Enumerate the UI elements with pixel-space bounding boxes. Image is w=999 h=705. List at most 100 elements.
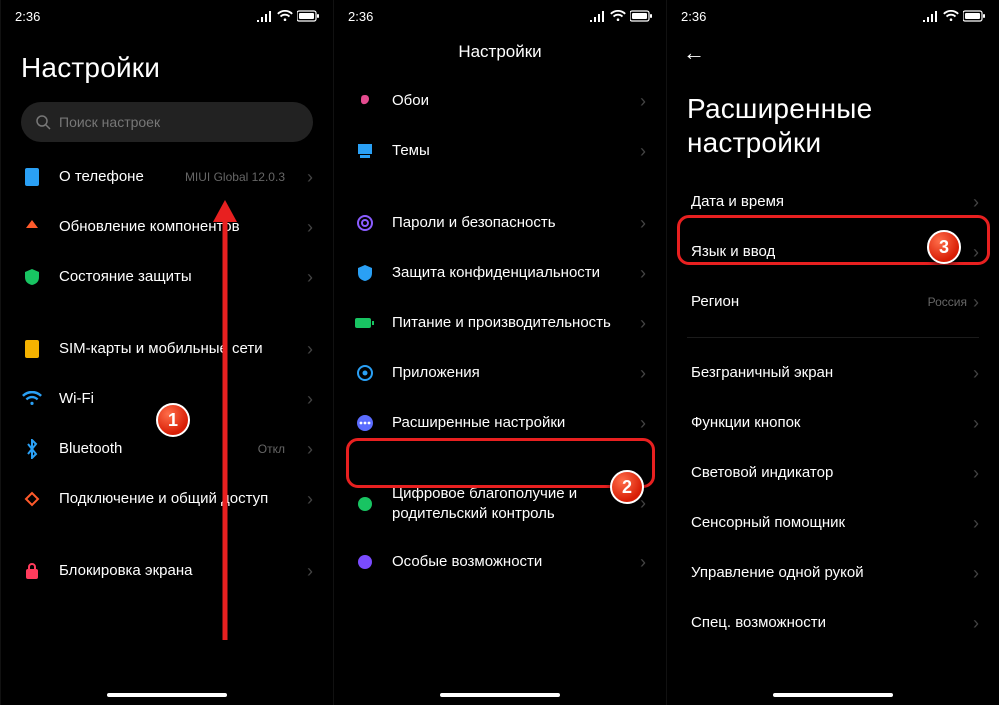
chevron-right-icon: › <box>640 363 646 384</box>
chevron-right-icon: › <box>973 463 979 484</box>
item-one-handed[interactable]: Управление одной рукой › <box>667 548 999 598</box>
advanced-list: Дата и время › Язык и ввод › Регион Росс… <box>667 177 999 705</box>
status-bar: 2:36 <box>334 0 666 32</box>
chevron-right-icon: › <box>973 613 979 634</box>
item-lockscreen[interactable]: Блокировка экрана › <box>1 546 333 596</box>
sim-icon <box>21 338 43 360</box>
item-about-phone[interactable]: О телефоне MIUI Global 12.0.3 › <box>1 152 333 202</box>
item-fullscreen[interactable]: Безграничный экран › <box>667 348 999 398</box>
item-buttons[interactable]: Функции кнопок › <box>667 398 999 448</box>
header-back: ← <box>667 32 999 80</box>
item-wellbeing[interactable]: Цифровое благополучие и родительский кон… <box>334 470 666 537</box>
chevron-right-icon: › <box>640 141 646 162</box>
chevron-right-icon: › <box>973 513 979 534</box>
fingerprint-icon <box>354 212 376 234</box>
signal-icon <box>257 10 273 22</box>
chevron-right-icon: › <box>307 167 313 188</box>
wellbeing-icon <box>354 493 376 515</box>
item-accessibility[interactable]: Особые возможности › <box>334 537 666 587</box>
item-updates[interactable]: Обновление компонентов › <box>1 202 333 252</box>
accessibility-icon <box>354 551 376 573</box>
status-bar: 2:36 <box>1 0 333 32</box>
phone-icon <box>21 166 43 188</box>
status-time: 2:36 <box>15 9 40 24</box>
item-connection[interactable]: Подключение и общий доступ › <box>1 474 333 524</box>
chevron-right-icon: › <box>973 363 979 384</box>
chevron-right-icon: › <box>307 561 313 582</box>
chevron-right-icon: › <box>307 267 313 288</box>
gear-icon <box>354 362 376 384</box>
item-bluetooth[interactable]: Bluetooth Откл › <box>1 424 333 474</box>
signal-icon <box>590 10 606 22</box>
item-language-input[interactable]: Язык и ввод › <box>667 227 999 277</box>
item-wallpaper[interactable]: Обои › <box>334 76 666 126</box>
chevron-right-icon: › <box>307 217 313 238</box>
chevron-right-icon: › <box>973 242 979 263</box>
item-region[interactable]: Регион Россия › <box>667 277 999 327</box>
item-security-status[interactable]: Состояние защиты › <box>1 252 333 302</box>
item-passwords[interactable]: Пароли и безопасность › <box>334 198 666 248</box>
wifi-icon <box>943 10 959 22</box>
chevron-right-icon: › <box>973 292 979 313</box>
search-input[interactable]: Поиск настроек <box>21 102 313 142</box>
phone-screen-1: 2:36 Настройки Поиск настроек О телефоне… <box>0 0 333 705</box>
phone-screen-2: 2:36 Настройки Обои › Темы › Пароли и бе… <box>333 0 666 705</box>
chevron-right-icon: › <box>307 339 313 360</box>
privacy-shield-icon <box>354 262 376 284</box>
battery-icon <box>630 10 652 22</box>
home-indicator[interactable] <box>107 693 227 697</box>
settings-list: О телефоне MIUI Global 12.0.3 › Обновлен… <box>1 152 333 705</box>
item-date-time[interactable]: Дата и время › <box>667 177 999 227</box>
item-themes[interactable]: Темы › <box>334 126 666 176</box>
chevron-right-icon: › <box>640 213 646 234</box>
battery-icon <box>297 10 319 22</box>
page-title: Расширенные настройки <box>667 80 999 177</box>
item-sim[interactable]: SIM-карты и мобильные сети › <box>1 324 333 374</box>
page-title: Настройки <box>334 32 666 76</box>
item-apps[interactable]: Приложения › <box>334 348 666 398</box>
chevron-right-icon: › <box>307 439 313 460</box>
status-icons <box>923 10 985 22</box>
signal-icon <box>923 10 939 22</box>
page-title: Настройки <box>1 32 333 102</box>
chevron-right-icon: › <box>307 389 313 410</box>
chevron-right-icon: › <box>640 91 646 112</box>
battery-icon <box>963 10 985 22</box>
themes-icon <box>354 140 376 162</box>
wallpaper-icon <box>354 90 376 112</box>
wifi-icon <box>277 10 293 22</box>
item-wifi[interactable]: Wi-Fi › <box>1 374 333 424</box>
separator <box>687 337 979 338</box>
chevron-right-icon: › <box>640 413 646 434</box>
home-indicator[interactable] <box>773 693 893 697</box>
status-bar: 2:36 <box>667 0 999 32</box>
status-time: 2:36 <box>348 9 373 24</box>
chevron-right-icon: › <box>640 552 646 573</box>
item-led[interactable]: Световой индикатор › <box>667 448 999 498</box>
item-touch-assistant[interactable]: Сенсорный помощник › <box>667 498 999 548</box>
status-icons <box>590 10 652 22</box>
settings-list: Обои › Темы › Пароли и безопасность › За… <box>334 76 666 705</box>
bluetooth-icon <box>21 438 43 460</box>
chevron-right-icon: › <box>640 313 646 334</box>
item-battery[interactable]: Питание и производительность › <box>334 298 666 348</box>
update-icon <box>21 216 43 238</box>
chevron-right-icon: › <box>973 413 979 434</box>
home-indicator[interactable] <box>440 693 560 697</box>
search-placeholder: Поиск настроек <box>59 114 160 130</box>
item-privacy[interactable]: Защита конфиденциальности › <box>334 248 666 298</box>
wifi-icon <box>21 388 43 410</box>
phone-screen-3: 2:36 ← Расширенные настройки Дата и врем… <box>666 0 999 705</box>
wifi-icon <box>610 10 626 22</box>
search-icon <box>35 114 51 130</box>
status-time: 2:36 <box>681 9 706 24</box>
chevron-right-icon: › <box>307 489 313 510</box>
more-icon <box>354 412 376 434</box>
item-advanced-settings[interactable]: Расширенные настройки › <box>334 398 666 448</box>
lock-icon <box>21 560 43 582</box>
back-button[interactable]: ← <box>683 40 705 66</box>
status-icons <box>257 10 319 22</box>
chevron-right-icon: › <box>640 493 646 514</box>
chevron-right-icon: › <box>973 192 979 213</box>
item-special-features[interactable]: Спец. возможности › <box>667 598 999 648</box>
